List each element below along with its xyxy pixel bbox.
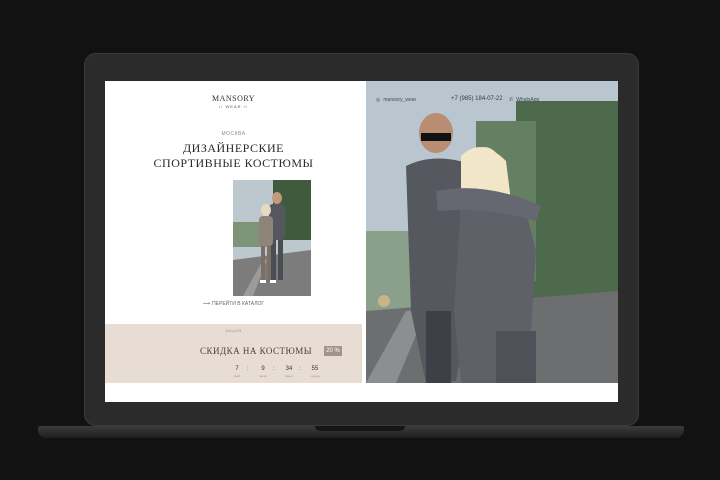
hero-heading-line1: ДИЗАЙНЕРСКИЕ: [182, 141, 284, 155]
catalog-link[interactable]: ⟶ ПЕРЕЙТИ В КАТАЛОГ: [105, 301, 362, 307]
brand-sub: // WEAR //: [219, 104, 248, 109]
couple-photo-small: [233, 180, 311, 296]
laptop-notch: [315, 426, 405, 431]
timer-days: 7: [235, 366, 239, 372]
whatsapp-link[interactable]: ✆ WhatsApp: [509, 97, 539, 103]
catalog-link-label: ПЕРЕЙТИ В КАТАЛОГ: [212, 301, 265, 307]
left-panel: MANSORY // WEAR // МОСКВА ДИЗАЙНЕРСКИЕ С…: [105, 81, 362, 383]
timer-separator: :: [273, 366, 275, 372]
hero-heading-line2: СПОРТИВНЫЕ КОСТЮМЫ: [153, 156, 314, 170]
timer-minutes: 34: [285, 366, 293, 372]
timer-hours: 9: [261, 366, 265, 372]
promo-label: АКЦИЯ: [225, 328, 242, 333]
timer-days-label: дней: [233, 374, 241, 378]
timer-seconds-label: секунд: [310, 374, 320, 378]
website-screen: MANSORY // WEAR // МОСКВА ДИЗАЙНЕРСКИЕ С…: [105, 81, 618, 402]
page-bottom-strip: [105, 383, 618, 402]
city-label: МОСКВА: [221, 131, 246, 137]
countdown-timer: 7 : 9 : 34 : 55 дней часов минут секунд: [229, 366, 339, 380]
hero-photo-panel: ◎ mansory_wear +7 (985) 184-07-22 ✆ WhatsA…: [366, 81, 618, 383]
timer-separator: :: [247, 366, 249, 372]
promo-block: АКЦИЯ СКИДКА НА КОСТЮМЫ 20 % 7 : 9 : 34 …: [105, 324, 362, 383]
instagram-icon: ◎: [376, 97, 381, 103]
instagram-handle: mansory_wear: [383, 97, 417, 103]
timer-hours-label: часов: [258, 374, 268, 378]
brand-logo[interactable]: MANSORY: [105, 94, 362, 103]
hero-heading: ДИЗАЙНЕРСКИЕ СПОРТИВНЫЕ КОСТЮМЫ: [105, 141, 362, 171]
whatsapp-label: WhatsApp: [516, 97, 540, 103]
instagram-link[interactable]: ◎ mansory_wear: [376, 97, 416, 103]
timer-seconds: 55: [311, 366, 319, 372]
promo-title: СКИДКА НА КОСТЮМЫ: [200, 346, 313, 356]
whatsapp-icon: ✆: [509, 97, 514, 103]
timer-separator: :: [299, 366, 301, 372]
discount-badge: 20 %: [324, 346, 342, 356]
timer-minutes-label: минут: [284, 374, 294, 378]
phone-number[interactable]: +7 (985) 184-07-22: [451, 96, 503, 102]
arrow-right-icon: ⟶: [202, 301, 211, 307]
